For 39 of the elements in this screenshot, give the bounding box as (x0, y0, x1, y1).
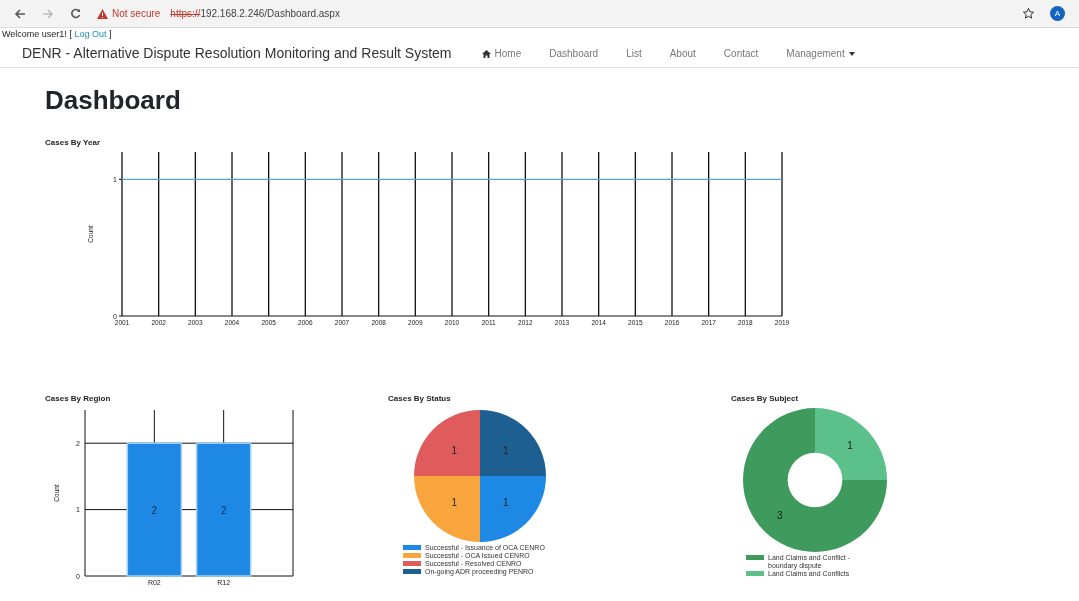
data-label: 2 (220, 504, 227, 516)
security-label[interactable]: Not secure (112, 6, 161, 21)
nav-link[interactable]: Contact (723, 46, 759, 61)
legend-swatch (403, 561, 421, 566)
nav-link[interactable]: Dashboard (549, 46, 599, 61)
legend-swatch (746, 555, 764, 560)
bracket: [ (69, 29, 72, 39)
caret-icon (848, 51, 855, 56)
chart-title: Cases By Subject (731, 394, 800, 404)
profile-avatar[interactable]: A (1050, 6, 1065, 21)
data-label: 1 (502, 445, 509, 457)
brand-title[interactable]: DENR - Alternative Dispute Resolution Monitoring and Result System (22, 43, 452, 64)
chart-title: Cases By Year (45, 138, 101, 148)
warning-icon (97, 8, 108, 19)
nav-link[interactable]: List (626, 46, 642, 61)
chart-title: Cases By Status (388, 394, 452, 404)
logout-link[interactable]: Log Out (74, 29, 107, 39)
welcome-text: Welcome user1! (2, 29, 67, 39)
legend-swatch (403, 553, 421, 558)
data-label: 1 (502, 496, 509, 508)
data-label: 1 (451, 445, 458, 457)
legend-swatch (403, 545, 421, 550)
back-icon[interactable] (14, 8, 26, 19)
home-icon (481, 49, 491, 58)
address-bar[interactable]: https://192.168.2.246/Dashboard.aspx (170, 6, 340, 21)
chart-title: Cases By Region (45, 394, 112, 404)
data-label: 1 (451, 496, 458, 508)
data-label: 2 (151, 504, 158, 516)
legend-swatch (403, 569, 421, 574)
nav-link[interactable]: Home (481, 46, 522, 61)
star-icon[interactable] (1023, 8, 1034, 19)
data-label: 3 (777, 510, 783, 522)
nav-link[interactable]: About (669, 46, 696, 61)
page-title: Dashboard (45, 84, 182, 116)
data-label: 1 (847, 439, 853, 451)
bracket: ] (108, 29, 112, 39)
nav-link[interactable]: Management (786, 46, 855, 61)
reload-icon[interactable] (70, 8, 81, 19)
legend-swatch (746, 571, 764, 576)
